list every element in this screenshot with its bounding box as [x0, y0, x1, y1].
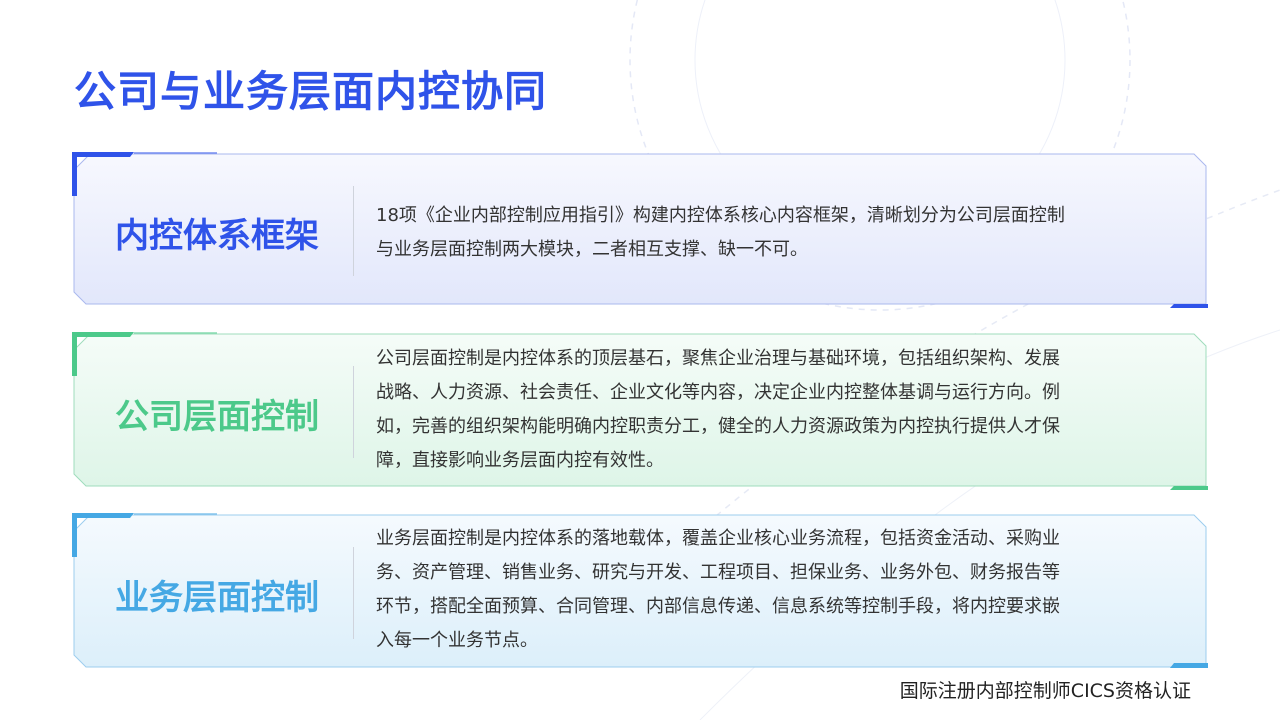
body-line: 务、资产管理、销售业务、研究与开发、工程项目、担保业务、业务外包、财务报告等 — [376, 562, 1060, 583]
footer-text: 国际注册内部控制师CICS资格认证 — [899, 680, 1191, 702]
card-body: 18项《企业内部控制应用指引》构建内控体系核心内容框架，清晰划分为公司层面控制 … — [376, 199, 1192, 267]
card-body: 业务层面控制是内控体系的落地载体，覆盖企业核心业务流程，包括资金活动、采购业 务… — [376, 522, 1192, 658]
divider — [353, 186, 354, 276]
body-line: 战略、人力资源、社会责任、企业文化等内容，决定企业内控整体基调与运行方向。例 — [376, 382, 1060, 403]
body-line: 入每一个业务节点。 — [376, 630, 538, 651]
body-line: 与业务层面控制两大模块，二者相互支撑、缺一不可。 — [376, 239, 808, 260]
card-heading: 公司层面控制 — [115, 397, 319, 437]
card-heading: 业务层面控制 — [115, 578, 319, 618]
card-company-level-control: 公司层面控制 公司层面控制是内控体系的顶层基石，聚焦企业治理与基础环境，包括组织… — [72, 330, 1208, 492]
card-body: 公司层面控制是内控体系的顶层基石，聚焦企业治理与基础环境，包括组织架构、发展 战… — [376, 342, 1192, 478]
body-line: 环节，搭配全面预算、合同管理、内部信息传递、信息系统等控制手段，将内控要求嵌 — [376, 596, 1060, 617]
divider — [353, 366, 354, 458]
body-line: 如，完善的组织架构能明确内控职责分工，健全的人力资源政策为内控执行提供人才保 — [376, 416, 1060, 437]
body-line: 障，直接影响业务层面内控有效性。 — [376, 450, 664, 471]
card-heading: 内控体系框架 — [115, 216, 319, 256]
body-line: 18项《企业内部控制应用指引》构建内控体系核心内容框架，清晰划分为公司层面控制 — [376, 205, 1065, 226]
body-line: 公司层面控制是内控体系的顶层基石，聚焦企业治理与基础环境，包括组织架构、发展 — [376, 348, 1060, 369]
card-internal-control-framework: 内控体系框架 18项《企业内部控制应用指引》构建内控体系核心内容框架，清晰划分为… — [72, 150, 1208, 310]
divider — [353, 547, 354, 639]
body-line: 业务层面控制是内控体系的落地载体，覆盖企业核心业务流程，包括资金活动、采购业 — [376, 528, 1060, 549]
page-title: 公司与业务层面内控协同 — [74, 67, 548, 116]
card-business-level-control: 业务层面控制 业务层面控制是内控体系的落地载体，覆盖企业核心业务流程，包括资金活… — [72, 511, 1208, 671]
